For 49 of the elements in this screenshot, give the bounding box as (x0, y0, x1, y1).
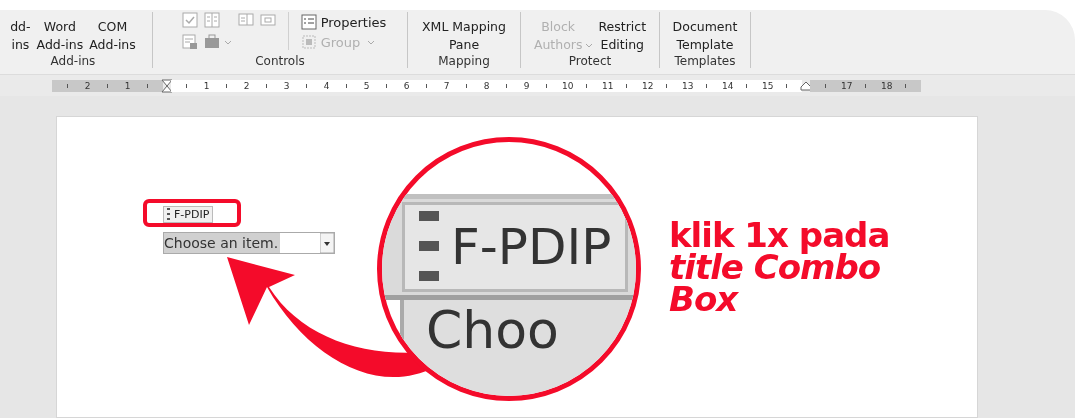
grip-icon (419, 211, 439, 283)
ruler-number: 3 (282, 80, 291, 91)
ribbon-button[interactable]: dd- ins (8, 12, 33, 54)
ruler-number: 5 (362, 80, 371, 91)
ruler-number: 18 (881, 80, 890, 91)
properties-icon (300, 14, 317, 30)
ribbon-button[interactable]: Document Template (670, 12, 740, 54)
ruler-number: 10 (562, 80, 571, 91)
ruler-number: 15 (762, 80, 771, 91)
dropdown-arrow-icon[interactable] (320, 233, 334, 253)
indent-marker-icon[interactable] (800, 80, 812, 91)
indent-marker-icon[interactable] (161, 78, 173, 93)
group-label: Add-ins (50, 54, 96, 68)
ribbon-button[interactable]: Properties (298, 12, 389, 32)
list-icon[interactable] (237, 12, 254, 28)
toolbox-icon[interactable] (203, 34, 232, 50)
ribbon-button[interactable]: COM Add-ins (87, 12, 138, 54)
ruler-number: 2 (83, 80, 92, 91)
ruler-number: 8 (482, 80, 491, 91)
callout-text: klik 1x pada title Combo Box (669, 219, 890, 315)
combo-box[interactable]: Choose an item. (163, 232, 335, 254)
ruler-number: 12 (642, 80, 651, 91)
combo-box-title[interactable]: F-PDIP (163, 205, 214, 223)
group-icon (300, 34, 317, 50)
ruler-number: 11 (602, 80, 611, 91)
group-label: Controls (255, 54, 305, 68)
ruler-number: 1 (202, 80, 211, 91)
ruler-number: 7 (442, 80, 451, 91)
group-label: Templates (674, 54, 736, 68)
ruler-number: 4 (322, 80, 331, 91)
ruler-number: 2 (242, 80, 251, 91)
form-icon[interactable] (181, 34, 198, 50)
ruler-number: 14 (722, 80, 731, 91)
group-label: Protect (568, 54, 612, 68)
ruler-number: 17 (841, 80, 850, 91)
grip-icon (167, 208, 171, 220)
checkbox-icon[interactable] (181, 12, 198, 28)
ribbon-button[interactable]: XML Mapping Pane (420, 12, 508, 54)
columns-icon[interactable] (203, 12, 220, 28)
group-label: Mapping (438, 54, 490, 68)
ribbon-button[interactable]: Restrict Editing (596, 12, 649, 54)
ruler-number: 1 (123, 80, 132, 91)
magnified-combo-text: Choo (426, 300, 559, 360)
ruler-number: 6 (402, 80, 411, 91)
magnified-combo-title: F-PDIP (402, 202, 629, 292)
ruler-number: 9 (522, 80, 531, 91)
ribbon-button[interactable]: Word Add-ins (34, 12, 86, 54)
ruler-number: 13 (682, 80, 691, 91)
grid-icon[interactable] (259, 12, 276, 28)
